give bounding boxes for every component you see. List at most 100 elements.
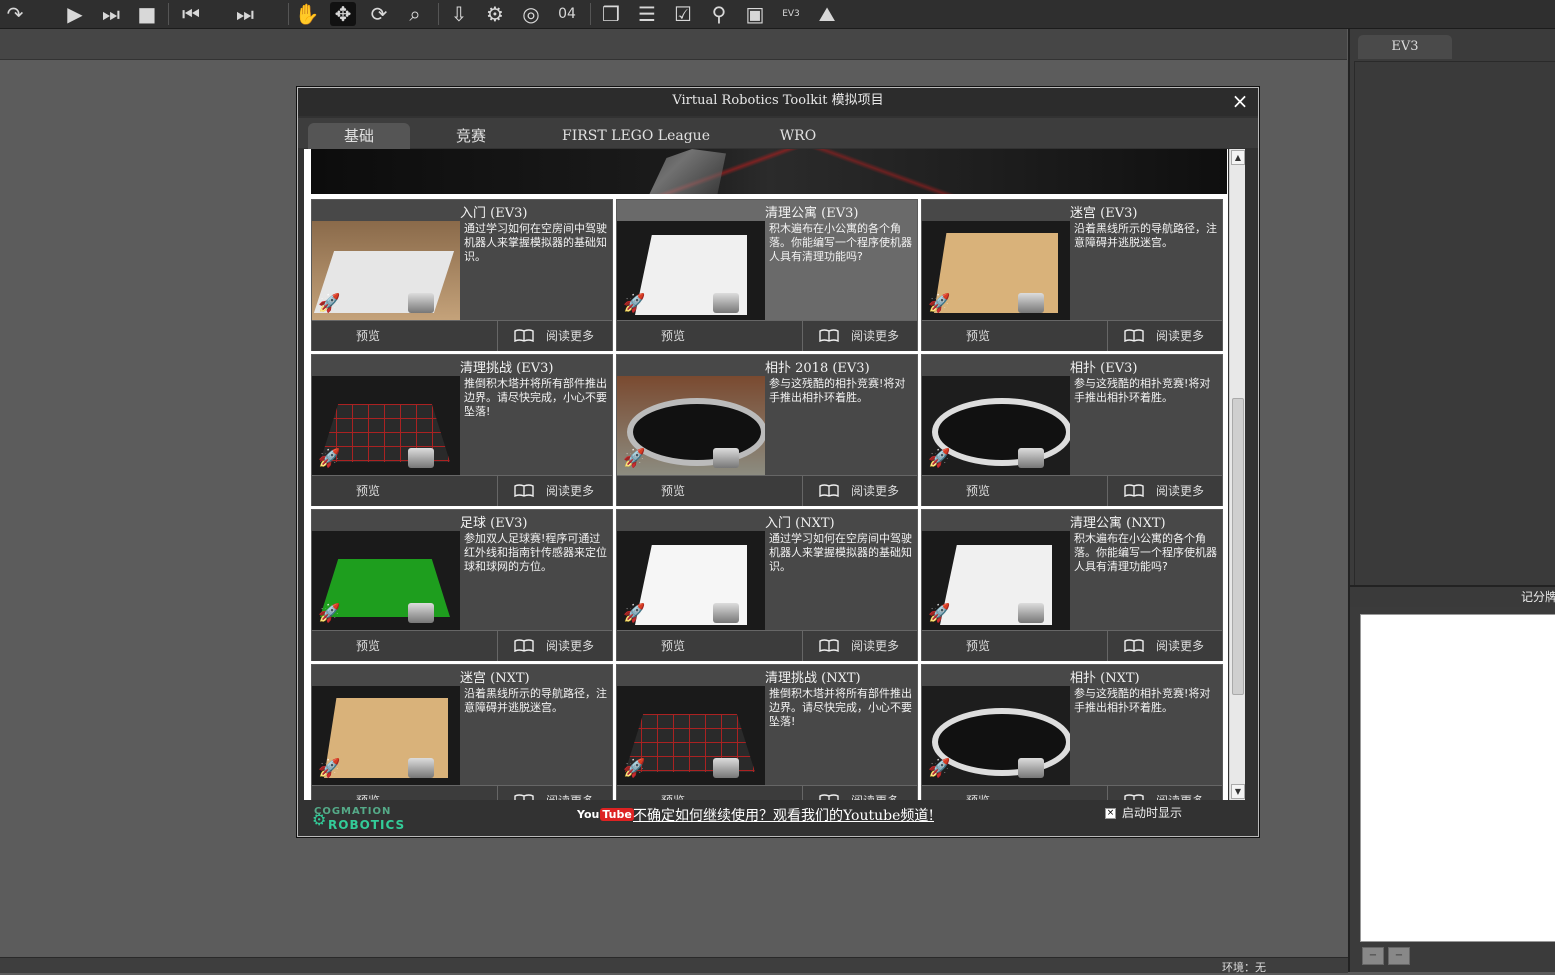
card-thumbnail: 🚀	[617, 531, 765, 630]
rewind-icon[interactable]: ⏮	[178, 2, 204, 26]
project-card[interactable]: 入门 (NXT) 🚀 通过学习如何在空房间中驾驶机器人来掌握模拟器的基础知识。 预览 阅…	[616, 509, 918, 661]
step-icon[interactable]: ⏭	[98, 2, 124, 26]
scoreboard-add-button[interactable]: −	[1362, 947, 1384, 965]
preview-button[interactable]: 预览	[312, 321, 498, 351]
preview-button[interactable]: 预览	[312, 476, 498, 506]
book-icon	[1124, 329, 1144, 342]
robot-icon	[408, 293, 434, 313]
project-list[interactable]: 入门 (EV3) 🚀 通过学习如何在空房间中驾驶机器人来掌握模拟器的基础知识。 预览阅…	[304, 149, 1228, 800]
redo-icon[interactable]: ↷	[2, 2, 28, 26]
preview-button[interactable]: 预览	[312, 786, 498, 800]
zoom-icon[interactable]: ⌕	[402, 2, 428, 26]
read-more-button[interactable]: 阅读更多	[1108, 786, 1222, 800]
rotate-icon[interactable]: ⟳	[366, 2, 392, 26]
show-on-startup-checkbox[interactable]: ×	[1105, 808, 1116, 819]
preview-button[interactable]: 预览	[617, 786, 803, 800]
project-card[interactable]: 入门 (EV3) 🚀 通过学习如何在空房间中驾驶机器人来掌握模拟器的基础知识。 预览 阅…	[311, 199, 613, 351]
read-more-button[interactable]: 阅读更多	[498, 631, 612, 661]
read-more-button[interactable]: 阅读更多	[803, 631, 917, 661]
tab-competition[interactable]: 竞赛	[426, 123, 516, 149]
robot-icon	[1018, 758, 1044, 778]
card-description: 通过学习如何在空房间中驾驶机器人来掌握模拟器的基础知识。	[769, 532, 912, 573]
preview-button[interactable]: 预览	[922, 321, 1108, 351]
skip-icon[interactable]: ⏭	[232, 2, 258, 26]
read-more-button[interactable]: 阅读更多	[1108, 631, 1222, 661]
import-icon[interactable]: ⇩	[446, 2, 472, 26]
preview-button[interactable]: 预览	[922, 631, 1108, 661]
preview-button[interactable]: 预览	[312, 631, 498, 661]
tab-ev3[interactable]: EV3	[1358, 35, 1452, 59]
book-icon	[514, 639, 534, 652]
read-more-button[interactable]: 阅读更多	[498, 786, 612, 800]
move-icon[interactable]: ✥	[330, 2, 356, 26]
mountain-icon[interactable]: ⛰	[814, 2, 840, 26]
rocket-icon: 🚀	[623, 293, 646, 314]
toolbar-separator	[590, 3, 591, 25]
book-icon	[819, 484, 839, 497]
read-more-button[interactable]: 阅读更多	[803, 786, 917, 800]
checklist-icon[interactable]: ☑	[670, 2, 696, 26]
tab-basics[interactable]: 基础	[308, 123, 410, 149]
project-card[interactable]: 足球 (EV3) 🚀 参加双人足球赛!程序可通过红外线和指南针传感器来定位球和球网的…	[311, 509, 613, 661]
box-icon[interactable]: ❒	[598, 2, 624, 26]
stop-icon[interactable]: ■	[134, 2, 160, 26]
robot-icon	[1018, 448, 1044, 468]
card-title: 清理公寓 (EV3)	[765, 206, 859, 221]
hand-icon[interactable]: ✋	[294, 2, 320, 26]
card-thumbnail: 🚀	[922, 376, 1070, 475]
project-card[interactable]: 相扑 (EV3) 🚀 参与这残酷的相扑竞赛!将对手推出相扑环着胜。 预览 阅读更多	[921, 354, 1223, 506]
project-card[interactable]: 清理公寓 (EV3) 🚀 积木遍布在小公寓的各个角落。你能编写一个程序使机器人具有清…	[616, 199, 918, 351]
play-icon[interactable]: ▶	[62, 2, 88, 26]
card-thumbnail: 🚀	[922, 686, 1070, 785]
layers-icon[interactable]: ☰	[634, 2, 660, 26]
projects-dialog: Virtual Robotics Toolkit 模拟项目 × 基础 竞赛 FI…	[297, 87, 1259, 837]
gear-icon[interactable]: ⚙	[482, 2, 508, 26]
preview-button[interactable]: 预览	[617, 631, 803, 661]
close-icon[interactable]: ×	[1230, 91, 1250, 112]
preview-button[interactable]: 预览	[922, 476, 1108, 506]
card-description: 积木遍布在小公寓的各个角落。你能编写一个程序使机器人具有清理功能吗?	[1074, 532, 1217, 573]
scroll-up-icon[interactable]: ▲	[1231, 150, 1245, 165]
show-on-startup-label[interactable]: 启动时显示	[1122, 804, 1182, 821]
project-card[interactable]: 相扑 (NXT) 🚀 参与这残酷的相扑竞赛!将对手推出相扑环着胜。预览 阅读更多	[921, 664, 1223, 800]
read-more-button[interactable]: 阅读更多	[498, 476, 612, 506]
banner-image	[311, 149, 1227, 194]
preview-button[interactable]: 预览	[617, 476, 803, 506]
vertical-scrollbar[interactable]: ▲ ▼	[1229, 149, 1245, 800]
read-more-button[interactable]: 阅读更多	[498, 321, 612, 351]
read-more-button[interactable]: 阅读更多	[1108, 476, 1222, 506]
tab-fll[interactable]: FIRST LEGO League	[556, 123, 716, 149]
counter-icon[interactable]: 04	[554, 2, 580, 26]
rocket-icon: 🚀	[623, 758, 646, 779]
tab-wro[interactable]: WRO	[768, 123, 828, 149]
read-more-button[interactable]: 阅读更多	[1108, 321, 1222, 351]
rocket-icon: 🚀	[318, 448, 341, 469]
read-more-button[interactable]: 阅读更多	[803, 476, 917, 506]
card-footer: 预览 阅读更多	[922, 785, 1222, 800]
project-card[interactable]: 相扑 2018 (EV3) 🚀 参与这残酷的相扑竞赛!将对手推出相扑环着胜。 预览 阅读…	[616, 354, 918, 506]
read-more-label: 阅读更多	[546, 329, 595, 343]
pin-icon[interactable]: ⚲	[706, 2, 732, 26]
project-card[interactable]: 清理挑战 (EV3) 🚀 推倒积木塔并将所有部件推出边界。请尽快完成，小心不要坠落!…	[311, 354, 613, 506]
target-icon[interactable]: ◎	[518, 2, 544, 26]
scroll-down-icon[interactable]: ▼	[1231, 784, 1245, 799]
scroll-thumb[interactable]	[1232, 398, 1244, 695]
youtube-link[interactable]: 不确定如何继续使用？观看我们的Youtube频道!	[633, 805, 934, 825]
preview-label: 预览	[356, 639, 381, 653]
ev3-icon[interactable]: EV3	[778, 2, 804, 26]
project-card[interactable]: 迷宫 (NXT) 🚀 沿着黑线所示的导航路径，注意障碍并逃脱迷宫。预览 阅读更多	[311, 664, 613, 800]
robot-icon	[1018, 603, 1044, 623]
project-card[interactable]: 清理挑战 (NXT) 🚀 推倒积木塔并将所有部件推出边界。请尽快完成，小心不要坠落!…	[616, 664, 918, 800]
preview-button[interactable]: 预览	[617, 321, 803, 351]
project-card[interactable]: 迷宫 (EV3) 🚀 沿着黑线所示的导航路径，注意障碍并逃脱迷宫。 预览 阅读更多	[921, 199, 1223, 351]
preview-label: 预览	[966, 639, 991, 653]
save-icon[interactable]: ▣	[742, 2, 768, 26]
preview-button[interactable]: 预览	[922, 786, 1108, 800]
card-footer: 预览 阅读更多	[312, 630, 612, 661]
project-card[interactable]: 清理公寓 (NXT) 🚀 积木遍布在小公寓的各个角落。你能编写一个程序使机器人具有清…	[921, 509, 1223, 661]
scoreboard-remove-button[interactable]: −	[1388, 947, 1410, 965]
main-toolbar: ↷ ▶ ⏭ ■ ⏮ ⏭ ✋ ✥ ⟳ ⌕ ⇩ ⚙ ◎ 04 ❒ ☰ ☑ ⚲ ▣ E…	[0, 0, 1555, 29]
logo-bottom: ROBOTICS	[328, 818, 406, 832]
robot-icon	[713, 603, 739, 623]
read-more-button[interactable]: 阅读更多	[803, 321, 917, 351]
